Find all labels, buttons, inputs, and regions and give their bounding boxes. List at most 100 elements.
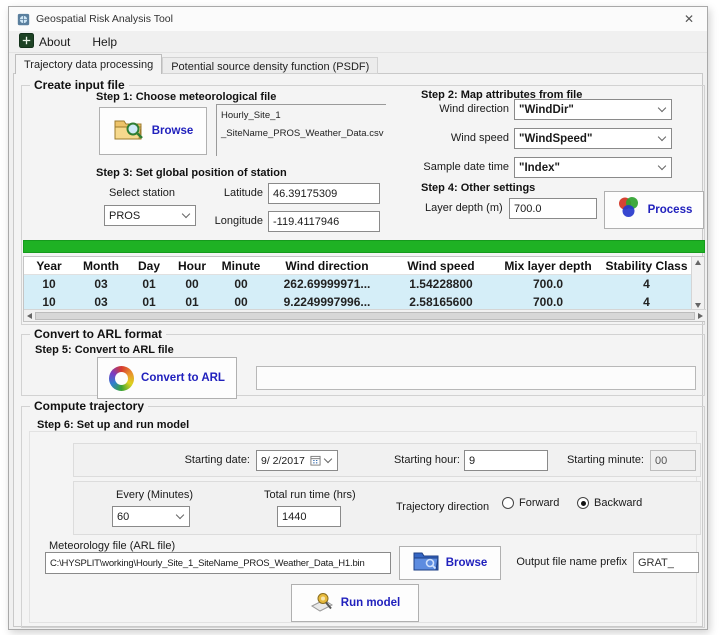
scrollbar-thumb[interactable] bbox=[35, 312, 695, 320]
starting-minute-field: 00 bbox=[650, 450, 696, 471]
cell: 9.2249997996... bbox=[268, 295, 386, 309]
col-stability-class[interactable]: Stability Class bbox=[600, 259, 693, 273]
col-hour[interactable]: Hour bbox=[170, 259, 214, 273]
rainbow-ring-icon bbox=[109, 366, 134, 391]
run-settings-panel: Every (Minutes) 60 Total run time (hrs) … bbox=[73, 481, 701, 535]
browse-met-file-label: Browse bbox=[152, 125, 194, 137]
starting-hour-field[interactable]: 9 bbox=[464, 450, 548, 471]
cell: 262.69999971... bbox=[268, 277, 386, 291]
table-vertical-scrollbar[interactable] bbox=[691, 257, 704, 311]
layer-depth-field[interactable]: 700.0 bbox=[509, 198, 597, 219]
wind-speed-value: "WindSpeed" bbox=[519, 133, 655, 145]
scroll-up-icon[interactable] bbox=[695, 260, 701, 265]
starting-minute-value: 00 bbox=[655, 455, 667, 467]
wind-speed-combobox[interactable]: "WindSpeed" bbox=[514, 128, 672, 149]
browse-arl-file-label: Browse bbox=[446, 557, 488, 569]
selected-met-file-name: Hourly_Site_1 _SiteName_PROS_Weather_Dat… bbox=[216, 104, 386, 156]
menubar: About Help bbox=[9, 31, 707, 53]
longitude-field[interactable]: -119.4117946 bbox=[268, 211, 380, 232]
col-month[interactable]: Month bbox=[74, 259, 128, 273]
col-wind-speed[interactable]: Wind speed bbox=[386, 259, 496, 273]
run-model-button[interactable]: Run model bbox=[291, 584, 419, 622]
cell: 00 bbox=[170, 277, 214, 291]
weather-data-table: Year Month Day Hour Minute Wind directio… bbox=[23, 256, 705, 322]
screen: Geospatial Risk Analysis Tool ✕ About He… bbox=[0, 0, 720, 635]
scroll-left-icon[interactable] bbox=[27, 313, 32, 319]
met-file-label: Meteorology file (ARL file) bbox=[49, 540, 175, 552]
trajectory-direction-label: Trajectory direction bbox=[396, 501, 489, 513]
cell: 10 bbox=[24, 295, 74, 309]
total-run-time-label: Total run time (hrs) bbox=[264, 489, 356, 501]
total-run-time-field[interactable]: 1440 bbox=[277, 506, 341, 527]
tab-trajectory-data-processing[interactable]: Trajectory data processing bbox=[15, 54, 162, 74]
cell: 01 bbox=[128, 295, 170, 309]
step3-title: Step 3: Set global position of station bbox=[96, 167, 287, 179]
browse-arl-file-button[interactable]: Browse bbox=[399, 546, 501, 580]
layer-depth-label: Layer depth (m) bbox=[425, 202, 503, 214]
col-day[interactable]: Day bbox=[128, 259, 170, 273]
blue-folder-icon bbox=[413, 550, 439, 576]
wind-direction-combobox[interactable]: "WindDir" bbox=[514, 99, 672, 120]
col-year[interactable]: Year bbox=[24, 259, 74, 273]
starting-date-label: Starting date: bbox=[150, 454, 250, 466]
wind-speed-label: Wind speed bbox=[409, 132, 509, 144]
every-minutes-combobox[interactable]: 60 bbox=[112, 506, 190, 527]
col-mix-layer-depth[interactable]: Mix layer depth bbox=[496, 259, 600, 273]
longitude-label: Longitude bbox=[193, 215, 263, 227]
longitude-value: -119.4117946 bbox=[273, 216, 339, 228]
scroll-right-icon[interactable] bbox=[698, 313, 703, 319]
layer-depth-value: 700.0 bbox=[514, 203, 542, 215]
step5-title: Step 5: Convert to ARL file bbox=[35, 344, 174, 356]
close-icon[interactable]: ✕ bbox=[671, 7, 707, 30]
radio-forward[interactable]: Forward bbox=[502, 497, 559, 509]
process-circles-icon bbox=[616, 196, 641, 224]
starting-date-value: 9/ 2/2017 bbox=[261, 455, 307, 467]
total-run-time-value: 1440 bbox=[282, 511, 336, 523]
tab-psdf[interactable]: Potential source density function (PSDF) bbox=[162, 57, 378, 74]
window-title: Geospatial Risk Analysis Tool bbox=[36, 13, 173, 25]
menu-about[interactable]: About bbox=[19, 33, 70, 51]
process-label: Process bbox=[648, 204, 693, 216]
sample-date-time-value: "Index" bbox=[519, 162, 655, 174]
chevron-down-icon bbox=[182, 210, 190, 218]
cell: 700.0 bbox=[496, 277, 600, 291]
menu-help[interactable]: Help bbox=[92, 35, 117, 49]
table-header-row: Year Month Day Hour Minute Wind directio… bbox=[24, 257, 693, 275]
menu-help-label: Help bbox=[92, 35, 117, 49]
start-settings-panel: Starting date: 9/ 2/2017 Starting hour: … bbox=[73, 443, 701, 477]
met-file-path-field[interactable]: C:\HYSPLIT\working\Hourly_Site_1_SiteNam… bbox=[45, 552, 391, 574]
starting-date-picker[interactable]: 9/ 2/2017 bbox=[256, 450, 338, 471]
cell: 03 bbox=[74, 295, 128, 309]
table-horizontal-scrollbar[interactable] bbox=[24, 309, 706, 321]
scroll-down-icon[interactable] bbox=[695, 303, 701, 308]
met-file-path-value: C:\HYSPLIT\working\Hourly_Site_1_SiteNam… bbox=[50, 558, 365, 569]
col-minute[interactable]: Minute bbox=[214, 259, 268, 273]
radio-backward[interactable]: Backward bbox=[577, 497, 642, 509]
convert-to-arl-button[interactable]: Convert to ARL bbox=[97, 357, 237, 399]
cell: 2.58165600 bbox=[386, 295, 496, 309]
every-minutes-value: 60 bbox=[117, 511, 173, 523]
station-combobox[interactable]: PROS bbox=[104, 205, 196, 226]
latitude-value: 46.39175309 bbox=[273, 188, 337, 200]
every-minutes-label: Every (Minutes) bbox=[116, 489, 193, 501]
wind-direction-value: "WindDir" bbox=[519, 104, 655, 116]
radio-backward-label: Backward bbox=[594, 497, 642, 509]
cell: 10 bbox=[24, 277, 74, 291]
menu-about-label: About bbox=[39, 35, 70, 49]
output-prefix-field[interactable]: GRAT_ bbox=[633, 552, 699, 573]
chevron-down-icon bbox=[658, 133, 666, 141]
chevron-down-icon bbox=[658, 162, 666, 170]
sample-date-time-label: Sample date time bbox=[399, 161, 509, 173]
col-wind-direction[interactable]: Wind direction bbox=[268, 259, 386, 273]
radio-backward-circle-icon[interactable] bbox=[577, 497, 589, 509]
latitude-field[interactable]: 46.39175309 bbox=[268, 183, 380, 204]
chevron-down-icon bbox=[324, 455, 332, 463]
sample-date-time-combobox[interactable]: "Index" bbox=[514, 157, 672, 178]
browse-met-file-button[interactable]: Browse bbox=[99, 107, 207, 155]
table-row[interactable]: 10 03 01 00 00 262.69999971... 1.5422880… bbox=[24, 275, 693, 293]
cell: 03 bbox=[74, 277, 128, 291]
latitude-label: Latitude bbox=[203, 187, 263, 199]
radio-forward-circle-icon[interactable] bbox=[502, 497, 514, 509]
process-button[interactable]: Process bbox=[604, 191, 704, 229]
starting-hour-label: Starting hour: bbox=[390, 454, 460, 466]
